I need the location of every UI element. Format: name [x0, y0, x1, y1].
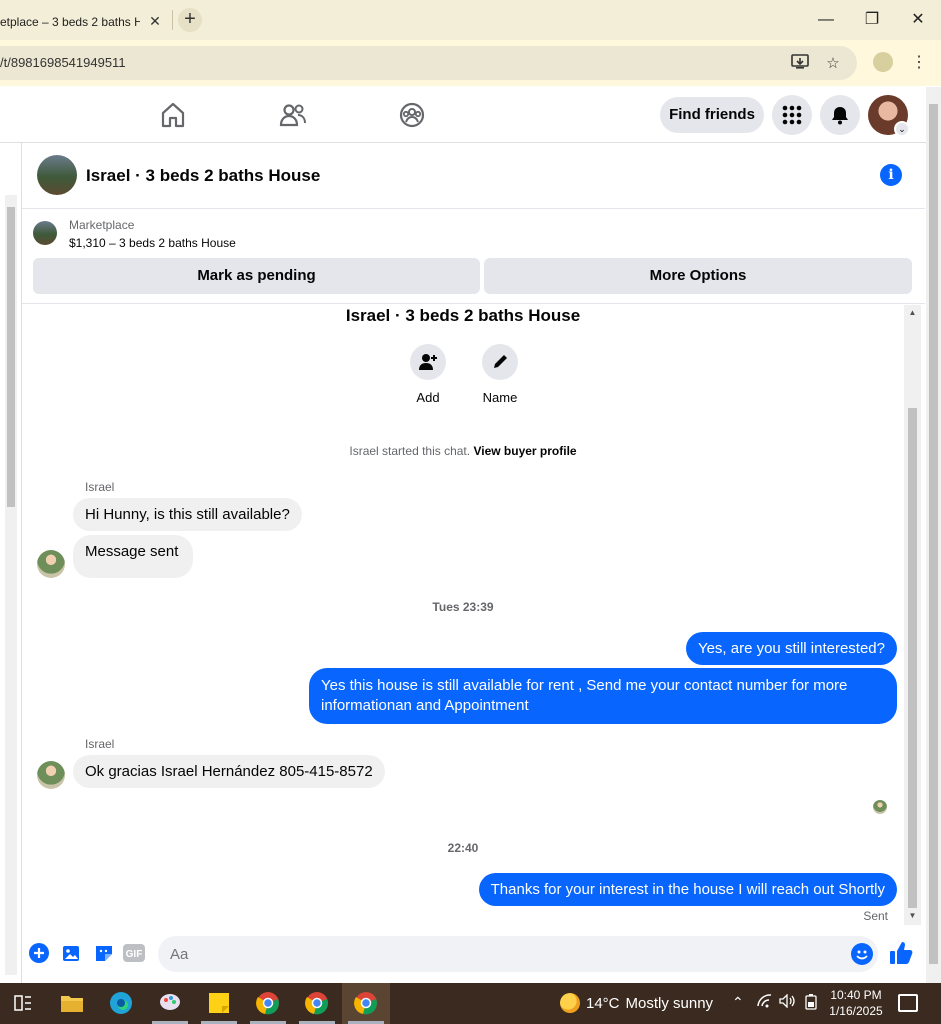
more-actions-plus-icon[interactable]: [28, 942, 50, 964]
browser-profile-icon[interactable]: [873, 52, 893, 72]
weather-widget[interactable]: 14°C Mostly sunny: [560, 993, 713, 1013]
sender-name: Israel: [85, 480, 115, 494]
mark-as-pending-button[interactable]: Mark as pending: [33, 258, 480, 294]
left-scrollbar-thumb[interactable]: [7, 207, 15, 507]
chrome-profile-icon[interactable]: [351, 988, 381, 1018]
tab-title: etplace – 3 beds 2 baths H: [0, 15, 140, 29]
gif-label: GIF: [126, 949, 143, 960]
thumbs-up-icon[interactable]: [888, 940, 916, 968]
restore-button[interactable]: ❐: [849, 6, 895, 34]
incoming-message[interactable]: Message sent: [73, 535, 194, 578]
chat-started-text: Israel started this chat.: [349, 444, 471, 458]
message-input[interactable]: [158, 936, 878, 972]
message-composer: GIF: [22, 925, 926, 983]
attach-photo-icon[interactable]: [61, 942, 83, 964]
address-bar[interactable]: /t/8981698541949511 ☆: [0, 46, 857, 80]
minimize-button[interactable]: —: [803, 6, 849, 34]
sender-name: Israel: [85, 737, 115, 751]
system-clock[interactable]: 10:40 PM 1/16/2025: [826, 987, 886, 1019]
windows-taskbar: 14°C Mostly sunny ⌃ 10:40 PM 1/16/2025: [0, 983, 941, 1024]
bookmark-star-icon[interactable]: ☆: [823, 54, 843, 74]
page-scrollbar-thumb[interactable]: [929, 104, 938, 964]
browser-tab[interactable]: etplace – 3 beds 2 baths H ✕: [0, 4, 172, 40]
file-explorer-icon[interactable]: [57, 988, 87, 1018]
outgoing-message[interactable]: Yes this house is still available for re…: [309, 668, 897, 724]
name-chat-action[interactable]: Name: [470, 344, 530, 405]
outgoing-message[interactable]: Thanks for your interest in the house I …: [478, 873, 897, 906]
install-app-icon[interactable]: [790, 54, 810, 74]
new-tab-button[interactable]: +: [178, 8, 202, 32]
scroll-up-arrow-icon[interactable]: ▲: [904, 308, 921, 317]
task-view-icon[interactable]: [8, 988, 38, 1018]
emoji-icon[interactable]: [851, 943, 873, 965]
sticker-icon[interactable]: [93, 942, 115, 964]
tab-close-icon[interactable]: ✕: [146, 12, 164, 30]
listing-price-title[interactable]: $1,310 – 3 beds 2 baths House: [69, 236, 236, 250]
chrome-profile-icon[interactable]: [302, 988, 332, 1018]
chevron-down-icon[interactable]: ⌄: [894, 121, 910, 137]
sent-status: Sent: [863, 909, 888, 923]
network-icon[interactable]: [757, 994, 773, 1011]
chat-started-notice: Israel started this chat. View buyer pro…: [22, 444, 904, 458]
temperature: 14°C: [586, 994, 620, 1012]
marketplace-card: Marketplace $1,310 – 3 beds 2 baths Hous…: [22, 209, 925, 304]
conversation-avatar[interactable]: [37, 155, 77, 195]
message-timestamp: 22:40: [447, 841, 479, 855]
incoming-message[interactable]: Ok gracias Israel Hernández 805-415-8572: [73, 755, 385, 788]
pencil-icon[interactable]: [482, 344, 518, 380]
facebook-top-nav: Find friends ⌄: [0, 87, 926, 143]
browser-tab-strip: etplace – 3 beds 2 baths H ✕ + — ❐ ✕: [0, 0, 941, 40]
name-label: Name: [482, 390, 518, 405]
menu-grid-icon[interactable]: [772, 95, 812, 135]
window-close-button[interactable]: ✕: [895, 6, 941, 34]
chrome-profile-icon[interactable]: [253, 988, 283, 1018]
paint-app-icon[interactable]: [155, 988, 185, 1018]
weather-condition: Mostly sunny: [625, 994, 714, 1012]
seen-by-avatar: [873, 800, 887, 814]
chat-thread: Israel · 3 beds 2 baths House Add Name I…: [22, 305, 904, 925]
groups-icon[interactable]: [396, 99, 428, 131]
clock-time: 10:40 PM: [830, 988, 882, 1002]
info-icon[interactable]: i: [880, 164, 902, 186]
battery-icon[interactable]: [804, 994, 818, 1013]
gif-icon[interactable]: GIF: [123, 942, 145, 964]
conversation-header: Israel · 3 beds 2 baths House i: [22, 143, 925, 209]
edge-browser-icon[interactable]: [106, 988, 136, 1018]
clock-date: 1/16/2025: [829, 1004, 883, 1018]
notification-center-icon[interactable]: [898, 994, 918, 1012]
scroll-down-arrow-icon[interactable]: ▼: [904, 911, 921, 920]
marketplace-label: Marketplace: [69, 218, 135, 232]
conversation-title[interactable]: Israel · 3 beds 2 baths House: [86, 166, 320, 186]
friends-icon[interactable]: [277, 99, 309, 131]
more-options-button[interactable]: More Options: [484, 258, 912, 294]
tab-separator: [172, 10, 173, 30]
view-buyer-profile-link[interactable]: View buyer profile: [473, 444, 576, 458]
browser-toolbar: /t/8981698541949511 ☆ ⋮: [0, 40, 941, 86]
volume-icon[interactable]: [779, 993, 797, 1011]
find-friends-button[interactable]: Find friends: [660, 97, 764, 133]
sender-avatar[interactable]: [37, 761, 65, 789]
url-text: /t/8981698541949511: [0, 55, 126, 70]
chat-scrollbar-thumb[interactable]: [908, 408, 917, 908]
message-timestamp: Tues 23:39: [432, 600, 494, 614]
chat-thread-title: Israel · 3 beds 2 baths House: [345, 306, 581, 325]
weather-sun-icon: [560, 993, 580, 1013]
sender-avatar[interactable]: [37, 550, 65, 578]
sticky-notes-icon[interactable]: [204, 988, 234, 1018]
home-icon[interactable]: [157, 99, 189, 131]
listing-thumbnail[interactable]: [33, 221, 57, 245]
add-person-icon[interactable]: [410, 344, 446, 380]
outgoing-message[interactable]: Yes, are you still interested?: [685, 632, 897, 665]
browser-menu-icon[interactable]: ⋮: [908, 52, 930, 74]
chevron-up-icon[interactable]: ⌃: [732, 994, 744, 1011]
notifications-bell-icon[interactable]: [820, 95, 860, 135]
add-label: Add: [416, 390, 440, 405]
incoming-message[interactable]: Hi Hunny, is this still available?: [73, 498, 302, 531]
add-people-action[interactable]: Add: [398, 344, 458, 405]
